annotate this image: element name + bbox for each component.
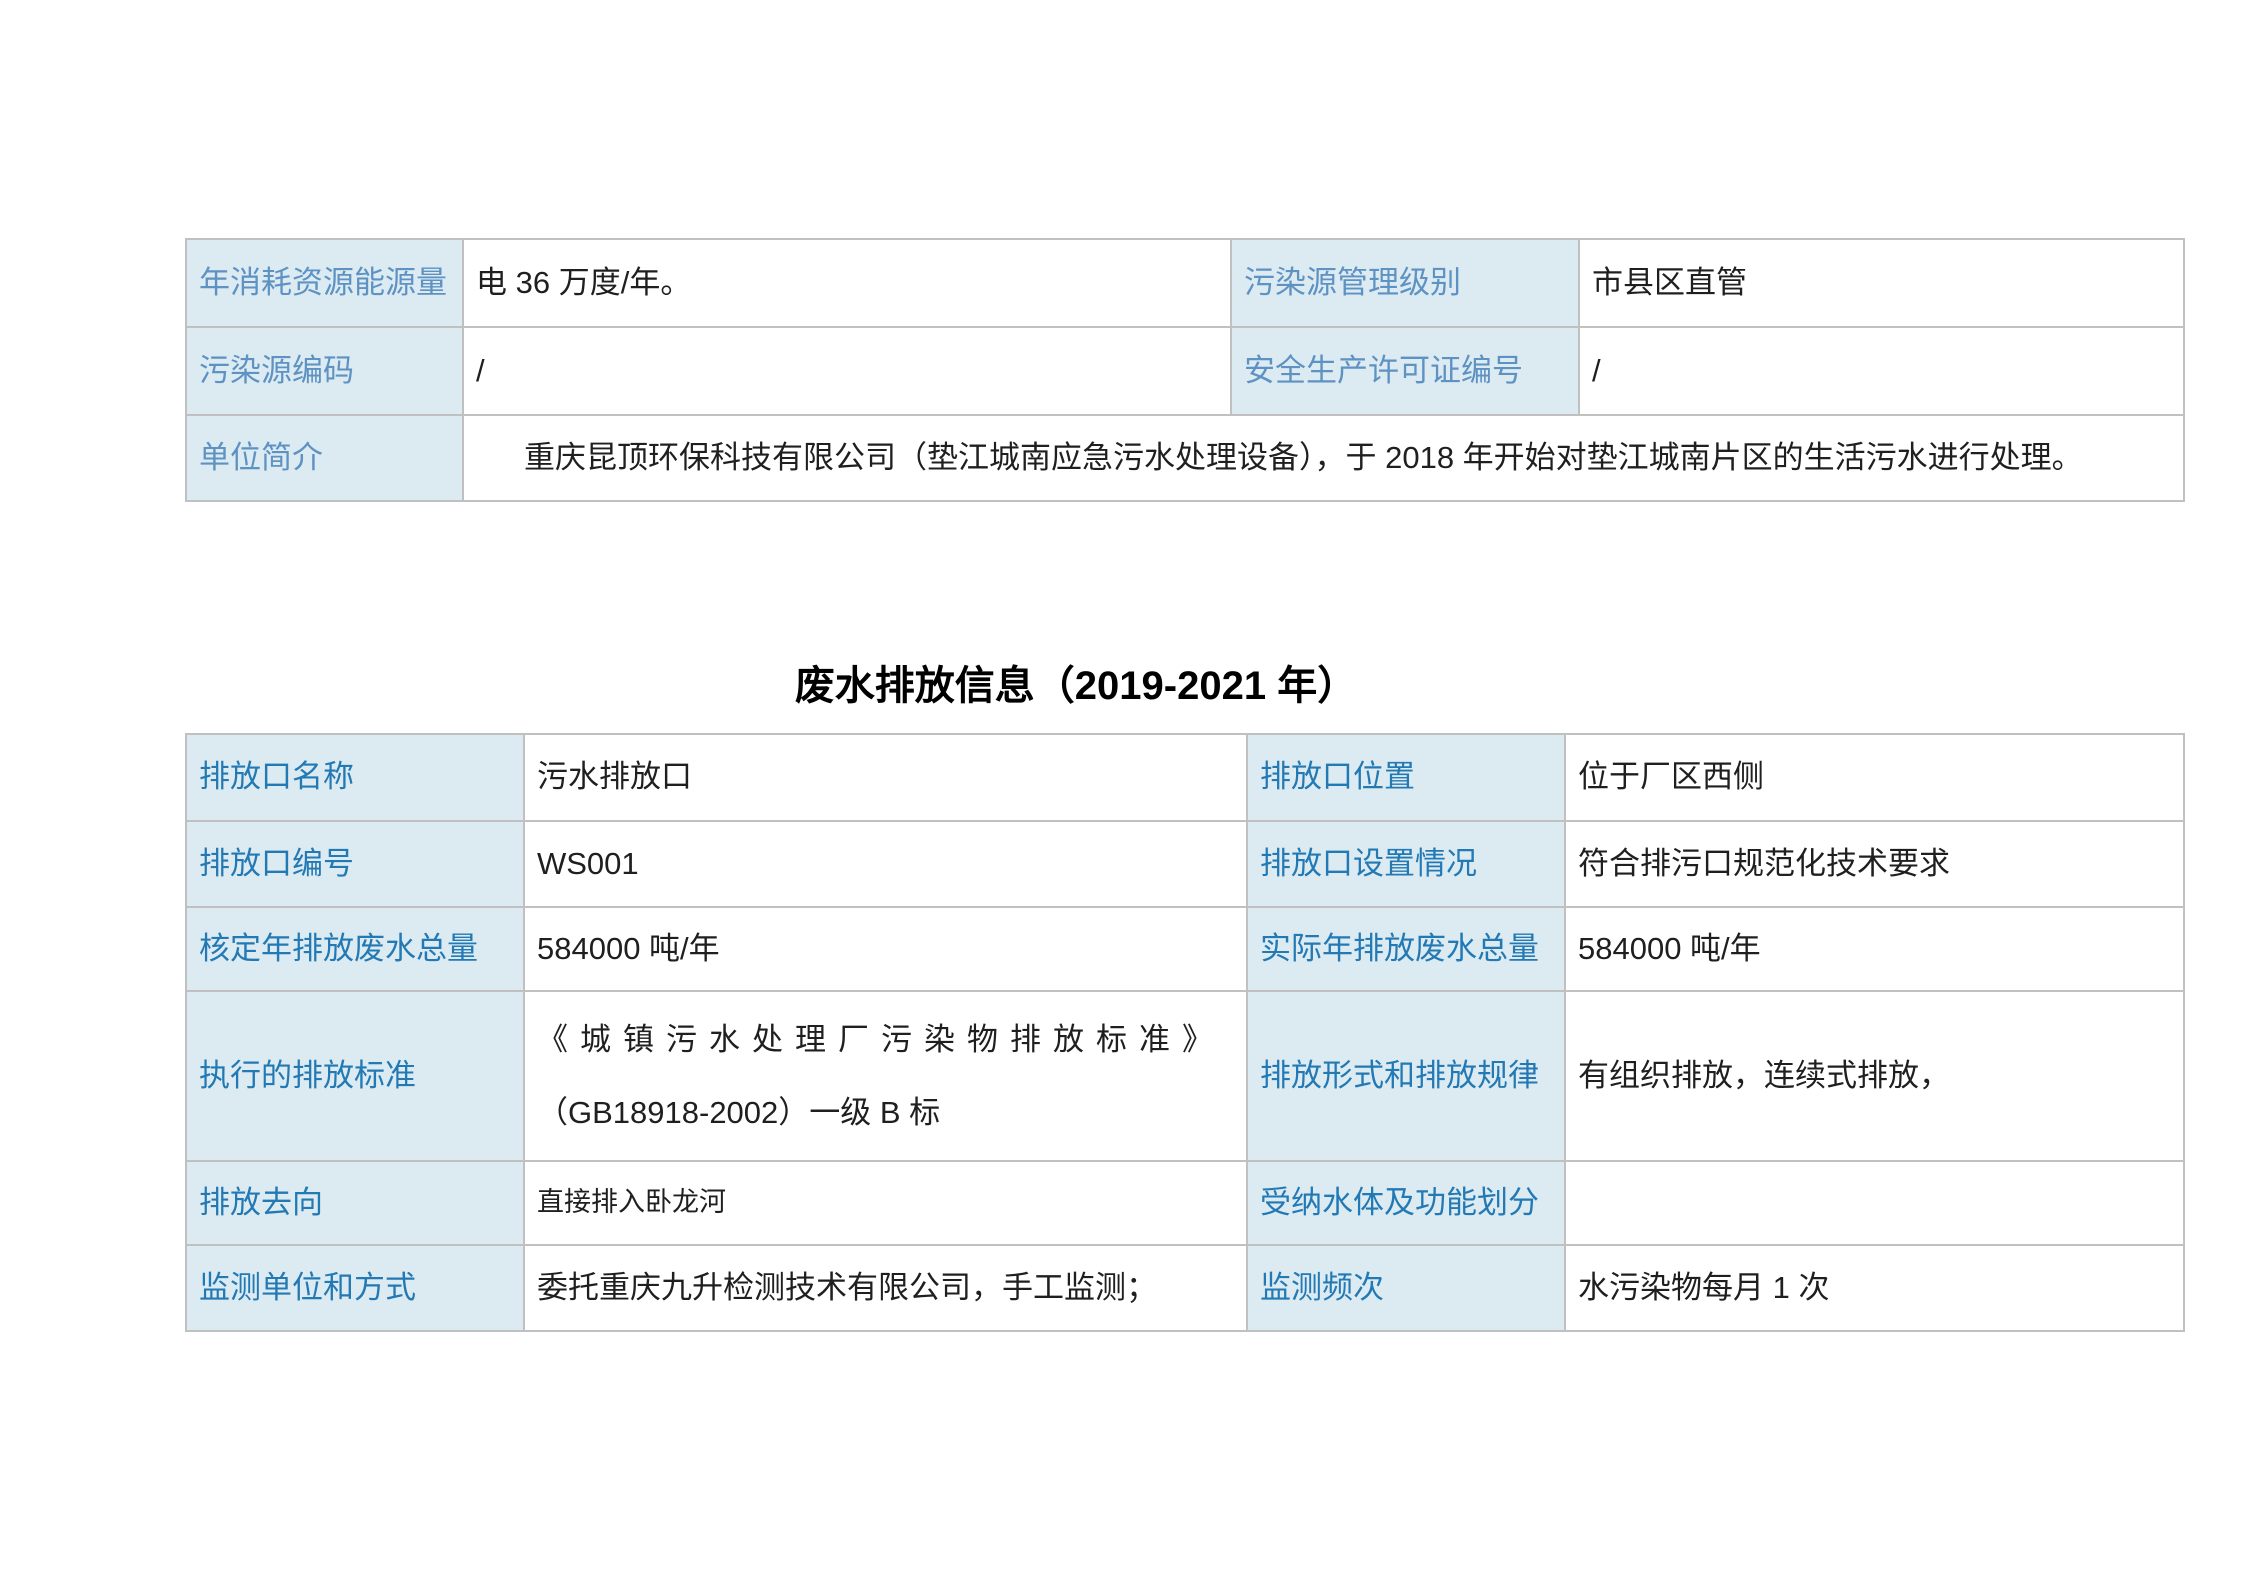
table-row: 排放口编号 WS001 排放口设置情况 符合排污口规范化技术要求 xyxy=(186,821,2184,907)
row-label-outlet-name: 排放口名称 xyxy=(186,734,524,821)
wastewater-discharge-table: 排放口名称 污水排放口 排放口位置 位于厂区西侧 排放口编号 WS001 排放口… xyxy=(185,733,2185,1332)
row-value-discharge-pattern: 有组织排放，连续式排放， xyxy=(1565,991,2184,1161)
row-value-outlet-name: 污水排放口 xyxy=(524,734,1247,821)
row-value-outlet-location: 位于厂区西侧 xyxy=(1565,734,2184,821)
standard-code-line: （GB18918-2002）一级 B 标 xyxy=(537,1076,1238,1149)
row-value-outlet-setup: 符合排污口规范化技术要求 xyxy=(1565,821,2184,907)
row-label-discharge-destination: 排放去向 xyxy=(186,1161,524,1245)
row-value-unit-intro: 重庆昆顶环保科技有限公司（垫江城南应急污水处理设备），于 2018 年开始对垫江… xyxy=(463,415,2184,501)
row-value-discharge-destination: 直接排入卧龙河 xyxy=(524,1161,1247,1245)
row-label-outlet-setup: 排放口设置情况 xyxy=(1247,821,1565,907)
table-row: 核定年排放废水总量 584000 吨/年 实际年排放废水总量 584000 吨/… xyxy=(186,907,2184,991)
row-label-approved-discharge: 核定年排放废水总量 xyxy=(186,907,524,991)
row-value-safety-license-no: / xyxy=(1579,327,2184,415)
row-value-pollution-source-code: / xyxy=(463,327,1231,415)
table-row: 监测单位和方式 委托重庆九升检测技术有限公司，手工监测； 监测频次 水污染物每月… xyxy=(186,1245,2184,1331)
row-label-outlet-location: 排放口位置 xyxy=(1247,734,1565,821)
row-value-receiving-water xyxy=(1565,1161,2184,1245)
table-row: 排放去向 直接排入卧龙河 受纳水体及功能划分 xyxy=(186,1161,2184,1245)
row-label-discharge-standard: 执行的排放标准 xyxy=(186,991,524,1161)
row-value-monitoring-unit: 委托重庆九升检测技术有限公司，手工监测； xyxy=(524,1245,1247,1331)
row-label-outlet-number: 排放口编号 xyxy=(186,821,524,907)
row-value-management-level: 市县区直管 xyxy=(1579,239,2184,327)
row-label-unit-intro: 单位简介 xyxy=(186,415,463,501)
row-value-actual-discharge: 584000 吨/年 xyxy=(1565,907,2184,991)
row-label-annual-energy: 年消耗资源能源量 xyxy=(186,239,463,327)
row-label-pollution-source-code: 污染源编码 xyxy=(186,327,463,415)
standard-name-line: 《城镇污水处理厂污染物排放标准》 xyxy=(537,1003,1238,1076)
table-row: 污染源编码 / 安全生产许可证编号 / xyxy=(186,327,2184,415)
row-label-management-level: 污染源管理级别 xyxy=(1231,239,1579,327)
row-label-receiving-water: 受纳水体及功能划分 xyxy=(1247,1161,1565,1245)
row-label-safety-license-no: 安全生产许可证编号 xyxy=(1231,327,1579,415)
row-value-annual-energy: 电 36 万度/年。 xyxy=(463,239,1231,327)
row-value-discharge-standard: 《城镇污水处理厂污染物排放标准》 （GB18918-2002）一级 B 标 xyxy=(524,991,1247,1161)
table-row: 执行的排放标准 《城镇污水处理厂污染物排放标准》 （GB18918-2002）一… xyxy=(186,991,2184,1161)
row-label-monitoring-unit: 监测单位和方式 xyxy=(186,1245,524,1331)
section-title: 废水排放信息（2019-2021 年） xyxy=(185,660,1967,712)
unit-info-table: 年消耗资源能源量 电 36 万度/年。 污染源管理级别 市县区直管 污染源编码 … xyxy=(185,238,2185,502)
table-row: 单位简介 重庆昆顶环保科技有限公司（垫江城南应急污水处理设备），于 2018 年… xyxy=(186,415,2184,501)
row-label-actual-discharge: 实际年排放废水总量 xyxy=(1247,907,1565,991)
row-value-monitoring-frequency: 水污染物每月 1 次 xyxy=(1565,1245,2184,1331)
row-label-discharge-pattern: 排放形式和排放规律 xyxy=(1247,991,1565,1161)
table-row: 年消耗资源能源量 电 36 万度/年。 污染源管理级别 市县区直管 xyxy=(186,239,2184,327)
table-row: 排放口名称 污水排放口 排放口位置 位于厂区西侧 xyxy=(186,734,2184,821)
row-value-outlet-number: WS001 xyxy=(524,821,1247,907)
row-value-approved-discharge: 584000 吨/年 xyxy=(524,907,1247,991)
document-page: 年消耗资源能源量 电 36 万度/年。 污染源管理级别 市县区直管 污染源编码 … xyxy=(0,0,2245,1587)
row-label-monitoring-frequency: 监测频次 xyxy=(1247,1245,1565,1331)
